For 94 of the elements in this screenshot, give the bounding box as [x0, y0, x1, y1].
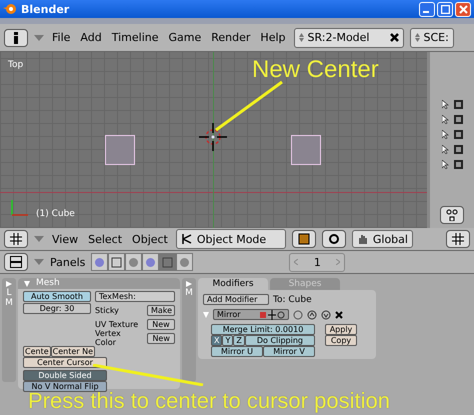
orientation-button[interactable]: Global [352, 230, 413, 248]
editor-type-button[interactable] [4, 253, 28, 271]
move-up-icon[interactable] [307, 310, 317, 320]
up-down-icon [414, 33, 420, 42]
editor-type-button[interactable] [446, 230, 470, 248]
center-button[interactable]: Center Ne [50, 346, 96, 357]
outliner-type-button[interactable] [440, 206, 464, 224]
menu-item[interactable]: Render [209, 31, 252, 44]
expand-icon [6, 281, 12, 287]
maximize-button[interactable] [437, 2, 453, 16]
mirror-v-toggle[interactable]: Mirror V [263, 346, 315, 357]
expand-icon [186, 281, 192, 287]
row-action-button[interactable]: New [147, 332, 175, 344]
mesh-option-toggle[interactable]: Double Sided [23, 370, 107, 381]
menu-item[interactable]: File [50, 31, 72, 44]
add-modifier-button[interactable]: Add Modifier [203, 294, 269, 305]
window-title: Blender [21, 2, 70, 16]
visibility-icons[interactable] [259, 310, 285, 320]
row-action-button[interactable]: New [147, 318, 175, 330]
auto-smooth-toggle[interactable]: Auto Smooth [23, 291, 91, 302]
axis-toggle[interactable]: Z [233, 335, 245, 346]
menu-item[interactable]: Add [78, 31, 104, 44]
scene-field[interactable]: SCE: [410, 28, 454, 48]
context-tab[interactable] [142, 253, 160, 271]
menu-item[interactable]: Help [258, 31, 288, 44]
annotation-text: New Center [252, 56, 379, 84]
grid-icon [10, 233, 22, 245]
merge-limit-field[interactable]: Merge Limit: 0.0010 [211, 324, 315, 335]
center-cursor-button[interactable]: Center Cursor [23, 357, 107, 368]
cube-icon [298, 233, 310, 245]
collapse-icon[interactable] [24, 280, 30, 286]
context-icon [111, 256, 122, 268]
grid-icon [452, 233, 464, 245]
row-label: UV Texture [95, 320, 138, 328]
context-tab[interactable] [176, 253, 194, 271]
target-label: To: Cube [273, 294, 312, 304]
modifier-name-field[interactable]: Mirror [213, 309, 289, 320]
row-label: Vertex Color [95, 329, 122, 347]
editor-type-button[interactable] [4, 230, 28, 248]
mirror-u-toggle[interactable]: Mirror U [211, 346, 263, 357]
frame-number: 1 [314, 256, 321, 268]
pivot-icon [328, 233, 340, 245]
close-button[interactable] [455, 2, 471, 16]
panel-title: Mesh [36, 278, 60, 289]
delete-icon[interactable] [335, 310, 343, 318]
circle-icon[interactable] [293, 310, 303, 320]
up-down-icon [298, 33, 304, 42]
context-icon [128, 256, 140, 268]
row-action-button[interactable]: Make [147, 304, 175, 316]
menu-item[interactable]: Object [130, 232, 170, 246]
move-down-icon[interactable] [321, 310, 331, 320]
texmesh-field[interactable]: TexMesh: [95, 291, 175, 302]
blender-logo-icon [3, 3, 17, 15]
close-icon [390, 33, 398, 42]
mode-dropdown[interactable]: Object Mode [176, 229, 286, 249]
degree-field[interactable]: Degr: 30 [23, 303, 91, 314]
pivot-button[interactable] [322, 230, 346, 248]
center-button[interactable]: Cente [23, 346, 51, 357]
menu-item[interactable]: View [50, 232, 80, 246]
close-icon [458, 4, 468, 14]
view-label: Top [8, 60, 24, 70]
menu-item[interactable]: Select [86, 232, 124, 246]
panel-tab[interactable]: Modifiers [198, 278, 268, 290]
menu-item[interactable]: Game [166, 31, 204, 44]
axis-toggle[interactable]: X [211, 335, 222, 346]
context-icon [179, 256, 190, 268]
buttons-window-icon [10, 256, 22, 268]
context-icon [94, 256, 106, 268]
maximize-icon [440, 4, 450, 14]
context-tab[interactable] [108, 253, 126, 271]
3d-cursor-icon[interactable] [199, 123, 227, 151]
info-icon [12, 32, 20, 44]
axis-toggle[interactable]: Y [222, 335, 234, 346]
copy-button[interactable]: Copy [325, 335, 357, 346]
armature-icon [180, 233, 193, 245]
object-name-label: (1) Cube [36, 209, 75, 219]
side-tab-label: M [184, 289, 194, 299]
screen-field[interactable]: SR:2-Model [294, 28, 404, 48]
context-icon [145, 256, 156, 268]
draw-type-button[interactable] [292, 230, 316, 248]
editor-type-button[interactable] [4, 28, 28, 46]
annotation-text: Press this to center to cursor position [28, 390, 390, 412]
hierarchy-icon [446, 209, 458, 221]
mesh-option-toggle[interactable]: No V Normal Flip [23, 381, 107, 392]
context-tab[interactable] [91, 253, 108, 271]
apply-button[interactable]: Apply [325, 324, 357, 335]
menu-item[interactable]: Timeline [110, 31, 160, 44]
do-clipping-toggle[interactable]: Do Clipping [244, 335, 315, 346]
minimize-button[interactable] [419, 2, 435, 16]
side-tab-label: L M [4, 289, 14, 309]
context-icon [162, 256, 174, 268]
row-label: Sticky [95, 306, 119, 314]
context-tab[interactable] [125, 253, 142, 271]
panels-label: Panels [50, 256, 86, 268]
